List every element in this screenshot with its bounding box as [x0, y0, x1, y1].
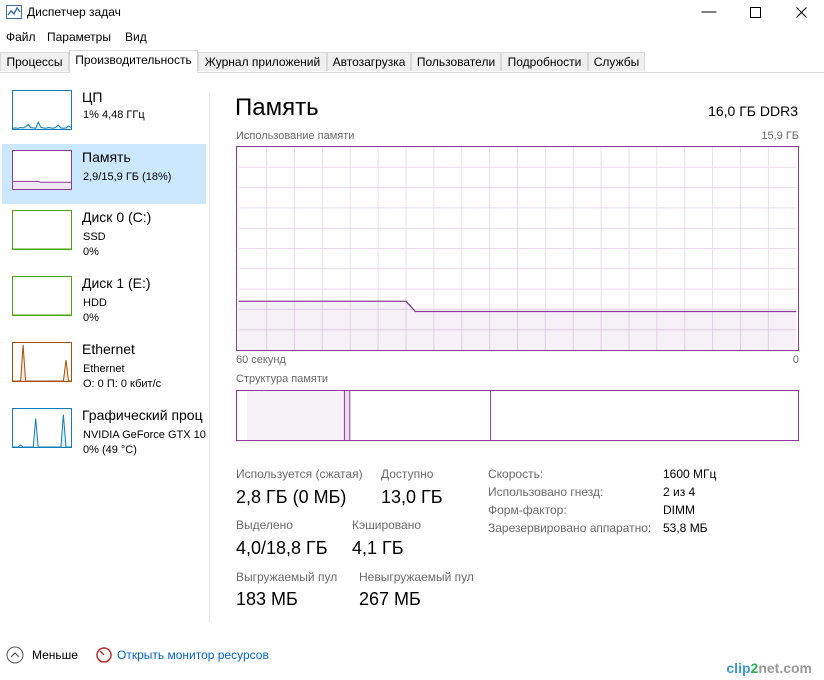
memory-composition-bar: [236, 390, 799, 441]
sidebar-item-ethernet[interactable]: Ethernet Ethernet О: 0 П: 0 кбит/с: [2, 336, 206, 396]
nonpaged-pool-label: Невыгружаемый пул: [359, 570, 474, 584]
tab-startup[interactable]: Автозагрузка: [327, 52, 411, 71]
menu-view[interactable]: Вид: [125, 30, 147, 44]
sidebar-item-label: ЦП: [82, 89, 103, 105]
close-button[interactable]: [778, 0, 824, 26]
fewer-details-label: Меньше: [32, 648, 78, 662]
cpu-thumbnail-graph: [12, 90, 72, 130]
performance-sidebar: ЦП 1% 4,48 ГГц Память 2,9/15,9 ГБ (18%) …: [0, 86, 210, 626]
thumbnail-frame: [12, 90, 72, 130]
available-value: 13,0 ГБ: [381, 487, 443, 507]
hardware-reserved-label: Зарезервировано аппаратно:: [488, 521, 652, 535]
sidebar-item-memory[interactable]: Память 2,9/15,9 ГБ (18%): [2, 144, 206, 204]
maximize-icon: [749, 7, 761, 18]
usage-graph-label: Использование памяти: [236, 130, 355, 142]
sidebar-item-label: Диск 0 (C:): [82, 209, 152, 225]
graph-time-end: 0: [792, 354, 799, 366]
sidebar-item-label: Память: [82, 149, 131, 165]
disk0-thumbnail-graph: [12, 210, 72, 250]
sidebar-item-cpu[interactable]: ЦП 1% 4,48 ГГц: [2, 84, 206, 144]
window-title: Диспетчер задач: [27, 5, 121, 19]
watermark-part3: net.com: [758, 660, 812, 676]
nonpaged-pool-value: 267 МБ: [359, 589, 421, 609]
menu-options[interactable]: Параметры: [47, 30, 111, 44]
sidebar-item-detail: SSD: [83, 231, 106, 243]
open-resource-monitor-link[interactable]: Открыть монитор ресурсов: [117, 648, 269, 662]
resource-monitor-icon: [96, 647, 112, 663]
tab-processes[interactable]: Процессы: [0, 52, 69, 71]
sidebar-item-gpu[interactable]: Графический проц NVIDIA GeForce GTX 1050…: [2, 402, 206, 462]
graph-time-span: 60 секунд: [236, 354, 286, 366]
task-manager-app-icon: [6, 5, 22, 19]
form-factor-label: Форм-фактор:: [488, 503, 567, 517]
memory-spec: 16,0 ГБ DDR3: [708, 103, 798, 119]
speed-value: 1600 МГц: [663, 467, 717, 481]
page-title: Память: [235, 94, 319, 121]
sidebar-item-usage: О: 0 П: 0 кбит/с: [83, 378, 162, 390]
committed-value: 4,0/18,8 ГБ: [236, 538, 328, 558]
slots-label: Использовано гнезд:: [488, 485, 604, 499]
cached-value: 4,1 ГБ: [352, 538, 404, 558]
sidebar-item-disk1[interactable]: Диск 1 (E:) HDD 0%: [2, 270, 206, 330]
sidebar-item-usage: 0% (49 °C): [83, 444, 137, 456]
close-icon: [795, 7, 807, 18]
sidebar-item-disk0[interactable]: Диск 0 (C:) SSD 0%: [2, 204, 206, 264]
disk1-thumbnail-graph: [12, 276, 72, 316]
footer: Меньше Открыть монитор ресурсов: [0, 640, 824, 670]
committed-label: Выделено: [236, 518, 293, 532]
sidebar-item-usage: 0%: [83, 246, 99, 258]
fewer-details-button[interactable]: Меньше: [6, 646, 86, 664]
sidebar-item-label: Графический проц: [82, 407, 203, 423]
tab-app-history[interactable]: Журнал приложений: [198, 52, 327, 71]
menu-file[interactable]: Файл: [6, 30, 36, 44]
sidebar-divider: [209, 92, 210, 622]
usage-graph-max: 15,9 ГБ: [761, 130, 799, 142]
minimize-icon: —: [701, 3, 717, 20]
paged-pool-label: Выгружаемый пул: [236, 570, 338, 584]
tab-services[interactable]: Службы: [588, 52, 645, 71]
tab-strip: Процессы Производительность Журнал прило…: [0, 50, 824, 73]
sidebar-item-detail: Ethernet: [83, 363, 125, 375]
watermark-logo: clip2net.com: [726, 660, 812, 676]
speed-label: Скорость:: [488, 467, 544, 481]
ethernet-thumbnail-graph: [12, 342, 72, 382]
sidebar-item-usage: 0%: [83, 312, 99, 324]
sidebar-item-label: Диск 1 (E:): [82, 275, 151, 291]
tab-users[interactable]: Пользователи: [411, 52, 501, 71]
memory-usage-graph: [236, 146, 799, 351]
paged-pool-value: 183 МБ: [236, 589, 298, 609]
thumbnail-frame: [12, 210, 72, 250]
sidebar-item-detail: 2,9/15,9 ГБ (18%): [83, 171, 172, 183]
slots-value: 2 из 4: [663, 485, 696, 499]
tab-details[interactable]: Подробности: [501, 52, 588, 71]
maximize-button[interactable]: [732, 0, 778, 26]
tab-performance[interactable]: Производительность: [69, 50, 198, 73]
sidebar-item-label: Ethernet: [82, 341, 135, 357]
available-label: Доступно: [381, 467, 434, 481]
composition-label: Структура памяти: [236, 373, 329, 385]
gpu-thumbnail-graph: [12, 408, 72, 448]
title-bar: Диспетчер задач —: [0, 0, 824, 26]
in-use-label: Используется (сжатая): [236, 467, 363, 481]
composition-modified: [344, 391, 350, 440]
chevron-up-icon: [6, 646, 24, 664]
form-factor-value: DIMM: [663, 503, 695, 517]
watermark-part1: clip: [726, 660, 751, 676]
memory-thumbnail-graph: [12, 150, 72, 190]
sidebar-item-detail: 1% 4,48 ГГц: [83, 109, 145, 121]
in-use-value: 2,8 ГБ (0 МБ): [236, 487, 347, 507]
composition-in-use: [247, 391, 345, 440]
minimize-button[interactable]: —: [686, 0, 732, 26]
cached-label: Кэшировано: [352, 518, 422, 532]
sidebar-item-detail: HDD: [83, 297, 107, 309]
sidebar-item-detail: NVIDIA GeForce GTX 1050: [83, 429, 206, 441]
hardware-reserved-value: 53,8 МБ: [663, 521, 708, 535]
thumbnail-frame: [12, 276, 72, 316]
